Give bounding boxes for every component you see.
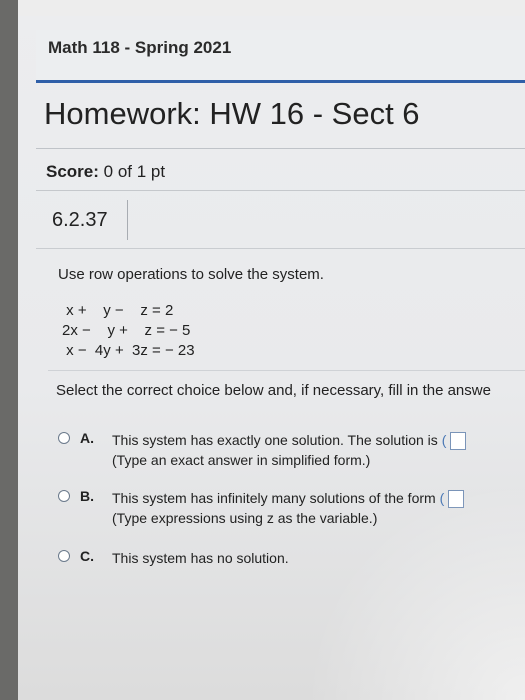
radio-option-c[interactable]	[58, 550, 70, 562]
option-a-text: This system has exactly one solution. Th…	[112, 432, 438, 448]
score: Score: 0 of 1 pt	[46, 162, 165, 182]
homework-title: Homework: HW 16 - Sect 6	[44, 96, 420, 131]
radio-option-a[interactable]	[58, 432, 70, 444]
score-label: Score:	[46, 162, 99, 181]
screen-glare	[305, 480, 525, 700]
question-instructions: Use row operations to solve the system.	[58, 266, 324, 283]
top-strip	[18, 0, 525, 16]
option-c-text: This system has no solution.	[112, 550, 289, 566]
paren-icon: (	[441, 432, 447, 448]
option-letter: B.	[80, 488, 94, 504]
option-letter: A.	[80, 430, 94, 446]
divider	[36, 190, 525, 191]
divider	[48, 370, 525, 371]
question-number: 6.2.37	[42, 200, 128, 240]
answer-input-box[interactable]	[450, 432, 467, 451]
option-text: This system has exactly one solution. Th…	[112, 432, 467, 451]
course-title: Math 118 - Spring 2021	[48, 38, 232, 57]
screen: Math 118 - Spring 2021 Homework: HW 16 -…	[18, 0, 525, 700]
divider	[36, 148, 525, 149]
score-value: 0 of 1 pt	[103, 162, 166, 181]
equation-3: x − 4y + 3z = − 23	[62, 342, 195, 359]
course-header: Math 118 - Spring 2021	[36, 30, 525, 83]
equation-2: 2x − y + z = − 5	[62, 322, 191, 339]
option-hint: (Type an exact answer in simplified form…	[112, 452, 371, 468]
option-letter: C.	[80, 548, 94, 564]
select-instructions: Select the correct choice below and, if …	[56, 382, 491, 399]
divider	[36, 248, 525, 249]
equation-1: x + y − z = 2	[62, 302, 174, 319]
radio-option-b[interactable]	[58, 490, 70, 502]
